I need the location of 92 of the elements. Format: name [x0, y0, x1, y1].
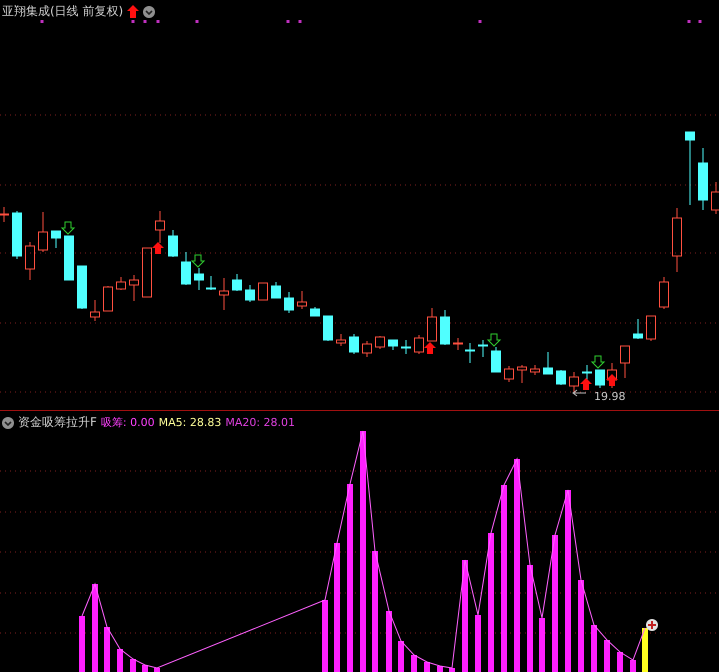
candlestick: [116, 276, 126, 290]
indicator-bar: [630, 660, 636, 672]
up-arrow-icon: [606, 374, 618, 386]
candlestick: [51, 230, 61, 248]
candlestick: [336, 334, 346, 346]
candlestick: [103, 286, 113, 312]
candlestick: [245, 284, 255, 302]
indicator-bar: [154, 668, 160, 672]
low-price-label: 19.98: [594, 390, 626, 403]
indicator-bar: [142, 665, 148, 672]
candlestick: [168, 230, 178, 258]
candlestick: [504, 366, 514, 382]
candlestick: [310, 306, 320, 316]
candlestick: [25, 242, 35, 280]
indicator-bar: [79, 616, 85, 672]
legend-value: 吸筹: 0.00: [100, 415, 155, 430]
up-arrow-icon: [424, 342, 436, 354]
down-arrow-icon: [486, 334, 502, 347]
candlestick: [232, 274, 242, 292]
indicator-bar: [591, 625, 597, 672]
candlestick: [258, 282, 268, 300]
indicator-bar: [604, 640, 610, 672]
candlestick: [375, 336, 385, 350]
candlestick: [90, 300, 100, 322]
up-arrow-icon: [580, 378, 592, 390]
indicator-title: 资金吸筹拉升F: [18, 414, 97, 431]
candlestick: [12, 210, 22, 260]
chevron-down-icon[interactable]: [2, 416, 14, 428]
candlestick: [142, 248, 152, 298]
candlestick: [271, 282, 281, 298]
candlestick: [478, 340, 488, 358]
candlestick: [465, 342, 475, 364]
indicator-bar: [449, 668, 455, 672]
up-arrow-icon: [152, 242, 164, 254]
candlestick: [388, 340, 398, 350]
indicator-bar: [642, 628, 648, 672]
candlestick: [77, 266, 87, 310]
candlestick: [323, 316, 333, 342]
candlestick: [181, 252, 191, 286]
candlestick: [194, 268, 204, 290]
indicator-bar: [386, 611, 392, 672]
down-arrow-icon: [60, 222, 76, 235]
legend-value: MA20: 28.01: [225, 416, 296, 429]
candlestick: [582, 364, 592, 380]
up-arrow-icon: [127, 5, 140, 18]
candlestick: [284, 292, 294, 314]
candlestick: [543, 352, 553, 374]
candlestick: [38, 212, 48, 252]
candlestick: [659, 276, 669, 310]
candlestick: [620, 346, 630, 378]
candlestick: [453, 338, 463, 350]
candlestick: [427, 308, 437, 342]
plus-circle-icon: [646, 619, 658, 631]
candlestick: [698, 148, 708, 210]
down-arrow-icon: [590, 356, 606, 369]
candlestick: [672, 208, 682, 272]
chevron-down-icon[interactable]: [143, 6, 156, 18]
indicator-bar: [411, 655, 417, 672]
indicator-bar: [322, 600, 328, 672]
candlestick: [206, 276, 216, 290]
candlestick: [349, 334, 359, 354]
candlestick: [362, 340, 372, 358]
candlestick: [440, 310, 450, 346]
leader-arrow-icon: [572, 390, 586, 396]
candlestick: [0, 206, 9, 222]
candlestick: [595, 370, 605, 388]
chart-title: 亚翔集成(日线 前复权): [2, 3, 124, 20]
indicator-bar: [475, 615, 481, 672]
indicator-bar: [617, 652, 623, 672]
candlestick: [64, 236, 74, 280]
candlestick: [414, 334, 424, 354]
candlestick: [646, 316, 656, 342]
candlestick: [155, 210, 165, 244]
candlestick: [219, 278, 229, 310]
indicator-bar: [398, 641, 404, 672]
candlestick: [297, 290, 307, 310]
indicator-bar: [424, 662, 430, 672]
indicator-bar: [117, 649, 123, 672]
candlestick: [491, 346, 501, 372]
candlestick: [517, 364, 527, 384]
candlestick: [569, 372, 579, 392]
candlestick: [401, 340, 411, 354]
candlestick: [129, 274, 139, 302]
candlestick: [530, 364, 540, 376]
indicator-bar: [104, 627, 110, 672]
indicator-bar: [539, 618, 545, 672]
candlestick: [711, 182, 719, 214]
candlestick: [556, 370, 566, 386]
indicator-bar: [130, 659, 136, 672]
legend-value: MA5: 28.83: [158, 416, 222, 429]
candlestick: [633, 318, 643, 340]
down-arrow-icon: [190, 254, 206, 268]
